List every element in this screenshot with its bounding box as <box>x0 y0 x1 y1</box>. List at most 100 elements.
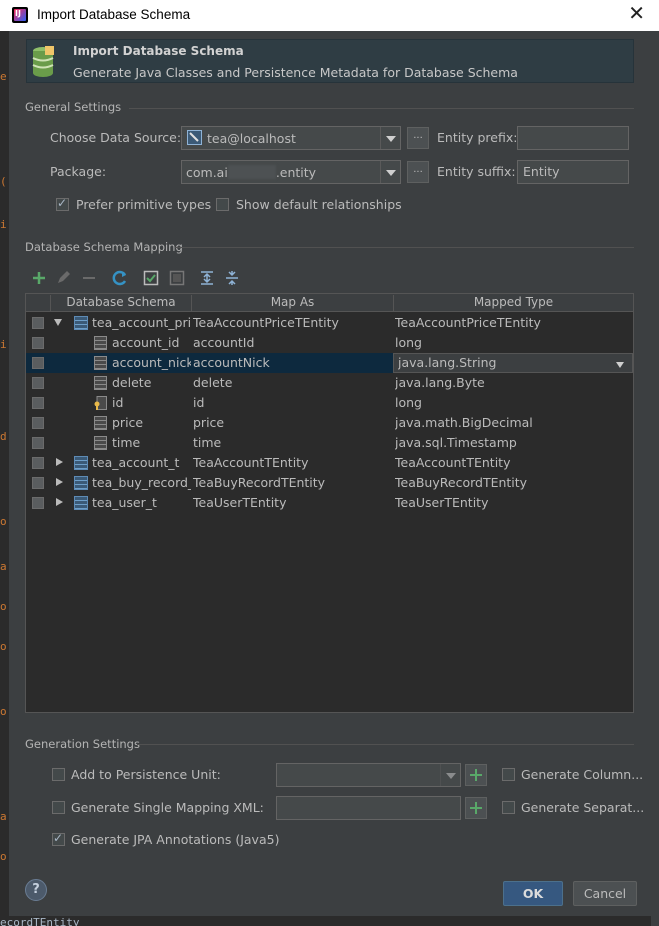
jpa-annotations-checkbox[interactable] <box>52 831 65 846</box>
header-database-schema[interactable]: Database Schema <box>50 295 191 312</box>
type-cell[interactable]: java.math.BigDecimal <box>395 415 631 430</box>
map-as-cell[interactable]: TeaUserTEntity <box>193 495 391 510</box>
row-checkbox[interactable] <box>32 437 44 449</box>
entity-prefix-field[interactable] <box>517 126 629 150</box>
prefer-primitive-label[interactable]: Prefer primitive types <box>76 197 211 212</box>
entity-suffix-field[interactable]: Entity <box>517 160 629 184</box>
table-row[interactable]: delete delete java.lang.Byte <box>26 373 633 393</box>
row-checkbox[interactable] <box>32 357 44 369</box>
map-as-cell[interactable]: id <box>193 395 391 410</box>
cancel-button[interactable]: Cancel <box>573 881 637 906</box>
background-code-text: ecordTEntity <box>0 916 80 926</box>
uncheck-all-icon[interactable] <box>169 270 185 286</box>
add-icon[interactable] <box>31 270 47 286</box>
chevron-down-icon[interactable] <box>380 161 400 183</box>
column-icon <box>94 336 107 350</box>
table-row[interactable]: id id long <box>26 393 633 413</box>
generate-columns-label[interactable]: Generate Column... <box>521 767 643 782</box>
add-mapping-file-button[interactable] <box>465 797 487 819</box>
schema-cell: tea_account_t <box>92 455 180 470</box>
header-map-as[interactable]: Map As <box>191 295 393 312</box>
single-mapping-label[interactable]: Generate Single Mapping XML: <box>71 800 264 815</box>
type-cell[interactable]: TeaBuyRecordTEntity <box>395 475 631 490</box>
schema-cell: account_nick <box>112 355 191 370</box>
check-all-icon[interactable] <box>143 270 159 286</box>
type-cell[interactable]: java.lang.Byte <box>395 375 631 390</box>
expand-all-icon[interactable] <box>199 270 215 286</box>
row-checkbox[interactable] <box>32 377 44 389</box>
map-as-cell[interactable]: time <box>193 435 391 450</box>
table-row[interactable]: tea_account_t TeaAccountTEntity TeaAccou… <box>26 453 633 473</box>
chevron-right-icon[interactable] <box>56 498 63 506</box>
table-row[interactable]: tea_buy_record_t TeaBuyRecordTEntity Tea… <box>26 473 633 493</box>
row-checkbox[interactable] <box>32 337 44 349</box>
column-icon <box>94 356 107 370</box>
mapped-type-editor[interactable]: java.lang.String <box>393 353 633 373</box>
table-row[interactable]: tea_user_t TeaUserTEntity TeaUserTEntity <box>26 493 633 513</box>
data-source-more-button[interactable]: ... <box>407 127 429 149</box>
row-checkbox[interactable] <box>32 457 44 469</box>
edit-icon[interactable] <box>55 270 71 286</box>
row-checkbox[interactable] <box>32 417 44 429</box>
type-cell[interactable]: long <box>395 395 631 410</box>
type-cell[interactable]: TeaAccountPriceTEntity <box>395 315 631 330</box>
generate-separate-checkbox[interactable] <box>502 801 515 814</box>
show-relationships-label[interactable]: Show default relationships <box>236 197 402 212</box>
type-cell[interactable]: java.sql.Timestamp <box>395 435 631 450</box>
table-icon <box>74 496 88 510</box>
type-cell[interactable]: TeaUserTEntity <box>395 495 631 510</box>
chevron-down-icon[interactable] <box>616 362 624 368</box>
map-as-cell[interactable]: TeaBuyRecordTEntity <box>193 475 391 490</box>
help-icon[interactable]: ? <box>25 879 47 901</box>
chevron-down-icon[interactable] <box>54 319 62 326</box>
add-persistence-checkbox[interactable] <box>52 768 65 781</box>
schema-cell: tea_account_price_t <box>92 315 191 330</box>
generate-separate-label[interactable]: Generate Separat... <box>521 800 644 815</box>
window-title: Import Database Schema <box>37 7 191 22</box>
header-mapped-type[interactable]: Mapped Type <box>393 295 633 312</box>
map-as-cell[interactable]: TeaAccountPriceTEntity <box>193 315 391 330</box>
row-checkbox[interactable] <box>32 317 44 329</box>
table-row-selected[interactable]: account_nick accountNick java.lang.Strin… <box>26 353 633 373</box>
chevron-down-icon[interactable] <box>440 764 460 786</box>
schema-cell: time <box>112 435 141 450</box>
ok-button[interactable]: OK <box>503 881 563 906</box>
table-row[interactable]: tea_account_price_t TeaAccountPriceTEnti… <box>26 313 633 333</box>
show-relationships-checkbox[interactable] <box>216 198 229 211</box>
single-mapping-field[interactable] <box>276 796 461 820</box>
prefer-primitive-checkbox[interactable] <box>56 196 69 211</box>
chevron-right-icon[interactable] <box>56 478 63 486</box>
chevron-down-icon[interactable] <box>380 127 400 149</box>
refresh-icon[interactable] <box>112 270 128 286</box>
table-row[interactable]: account_id accountId long <box>26 333 633 353</box>
collapse-all-icon[interactable] <box>224 270 240 286</box>
table-icon <box>74 456 88 470</box>
map-as-cell[interactable]: accountNick <box>193 355 391 370</box>
type-cell[interactable]: TeaAccountTEntity <box>395 455 631 470</box>
jpa-annotations-label[interactable]: Generate JPA Annotations (Java5) <box>71 832 279 847</box>
remove-icon[interactable] <box>81 270 97 286</box>
data-source-combo[interactable]: tea@localhost <box>181 126 401 150</box>
row-checkbox[interactable] <box>32 477 44 489</box>
table-row[interactable]: time time java.sql.Timestamp <box>26 433 633 453</box>
generate-columns-checkbox[interactable] <box>502 768 515 781</box>
chevron-right-icon[interactable] <box>56 458 63 466</box>
single-mapping-checkbox[interactable] <box>52 801 65 814</box>
table-row[interactable]: price price java.math.BigDecimal <box>26 413 633 433</box>
data-source-value: tea@localhost <box>207 131 296 146</box>
map-as-cell[interactable]: delete <box>193 375 391 390</box>
close-icon[interactable]: ✕ <box>628 3 645 25</box>
add-persistence-label[interactable]: Add to Persistence Unit: <box>71 767 221 782</box>
schema-mapping-table[interactable]: Database Schema Map As Mapped Type tea_a… <box>25 293 634 713</box>
package-more-button[interactable]: ... <box>407 161 429 183</box>
row-checkbox[interactable] <box>32 497 44 509</box>
persistence-unit-combo[interactable] <box>276 763 461 787</box>
type-cell[interactable]: long <box>395 335 631 350</box>
map-as-cell[interactable]: accountId <box>193 335 391 350</box>
add-persistence-unit-button[interactable] <box>465 764 487 786</box>
row-checkbox[interactable] <box>32 397 44 409</box>
package-combo[interactable]: com.ai .entity <box>181 160 401 184</box>
map-as-cell[interactable]: TeaAccountTEntity <box>193 455 391 470</box>
map-as-cell[interactable]: price <box>193 415 391 430</box>
column-icon <box>94 416 107 430</box>
